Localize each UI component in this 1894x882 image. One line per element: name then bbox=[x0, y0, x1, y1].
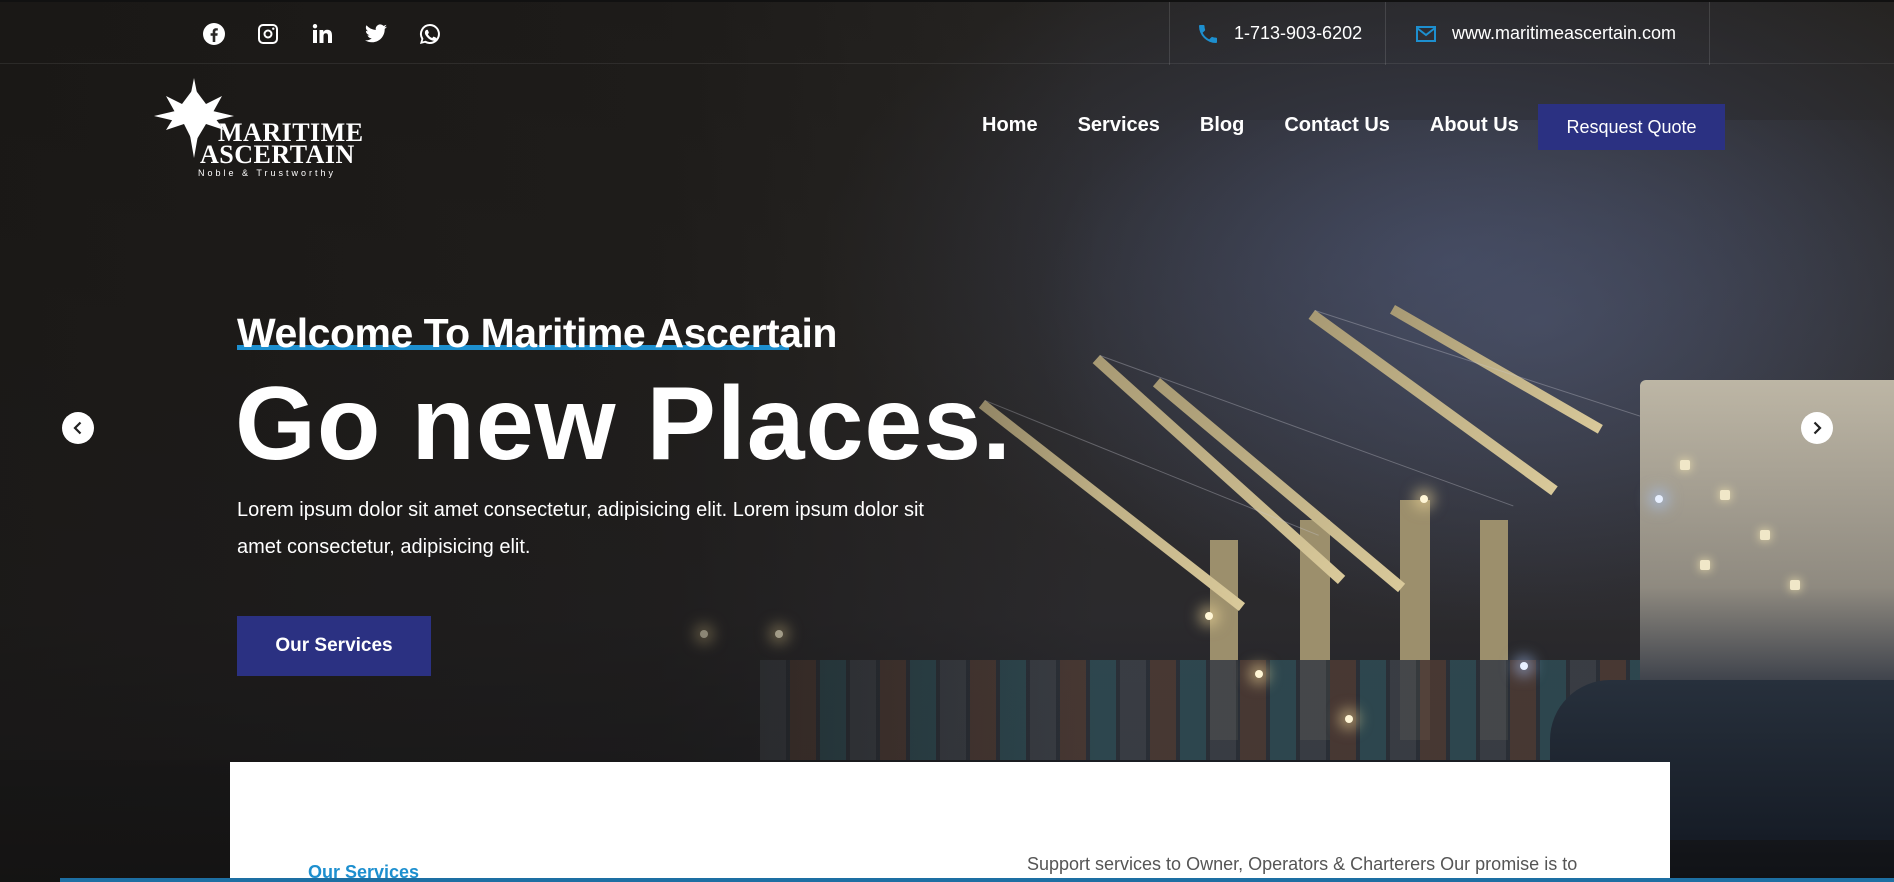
ship-window bbox=[1790, 580, 1800, 590]
ship-window bbox=[1680, 460, 1690, 470]
services-panel: Our Services Support services to Owner, … bbox=[230, 762, 1670, 882]
twitter-icon[interactable] bbox=[362, 20, 390, 48]
ship-window bbox=[1720, 490, 1730, 500]
harbour-light bbox=[1205, 612, 1213, 620]
hero-welcome: Welcome To Maritime Ascertain bbox=[237, 310, 837, 356]
chevron-right-icon bbox=[1813, 421, 1822, 435]
cargo-ship bbox=[1550, 380, 1894, 840]
logo-tagline: Noble & Trustworthy bbox=[198, 168, 337, 178]
envelope-icon bbox=[1416, 25, 1436, 42]
nav-item-services[interactable]: Services bbox=[1078, 114, 1160, 137]
social-links bbox=[200, 20, 444, 48]
carousel-prev-button[interactable] bbox=[62, 412, 94, 444]
phone-icon bbox=[1199, 24, 1217, 43]
hero-lead-text: Lorem ipsum dolor sit amet consectetur, … bbox=[237, 499, 924, 558]
nav-item-blog[interactable]: Blog bbox=[1200, 114, 1244, 137]
contact-website[interactable]: www.maritimeascertain.com bbox=[1385, 2, 1710, 65]
nav-item-about-us[interactable]: About Us bbox=[1430, 114, 1519, 137]
whatsapp-icon[interactable] bbox=[416, 20, 444, 48]
nav-item-contact-us[interactable]: Contact Us bbox=[1284, 114, 1390, 137]
services-intro-text: Support services to Owner, Operators & C… bbox=[1027, 854, 1578, 874]
our-services-button[interactable]: Our Services bbox=[237, 616, 431, 676]
instagram-icon[interactable] bbox=[254, 20, 282, 48]
linkedin-icon[interactable] bbox=[308, 20, 336, 48]
hero-headline: Go new Places. bbox=[235, 366, 1012, 482]
main-nav: Home Services Blog Contact Us About Us bbox=[982, 114, 1559, 137]
site-logo[interactable]: MARITIME ASCERTAIN Noble & Trustworthy bbox=[154, 78, 364, 180]
contact-phone[interactable]: 1-713-903-6202 bbox=[1169, 2, 1385, 65]
ship-window bbox=[1700, 560, 1710, 570]
carousel-next-button[interactable] bbox=[1801, 412, 1833, 444]
harbour-light bbox=[1345, 715, 1353, 723]
harbour-light bbox=[1420, 495, 1428, 503]
logo-line-2: ASCERTAIN bbox=[200, 140, 355, 169]
top-bar: 1-713-903-6202 www.maritimeascertain.com bbox=[0, 0, 1894, 65]
ship-window bbox=[1760, 530, 1770, 540]
facebook-icon[interactable] bbox=[200, 20, 228, 48]
request-quote-button[interactable]: Resquest Quote bbox=[1538, 104, 1725, 150]
harbour-light bbox=[1520, 662, 1528, 670]
website-url: www.maritimeascertain.com bbox=[1452, 23, 1677, 43]
chevron-left-icon bbox=[73, 421, 82, 435]
harbour-light bbox=[1255, 670, 1263, 678]
nav-item-home[interactable]: Home bbox=[982, 114, 1038, 137]
harbour-light bbox=[1655, 495, 1663, 503]
bottom-accent-line bbox=[60, 878, 1894, 882]
phone-number: 1-713-903-6202 bbox=[1234, 23, 1363, 43]
